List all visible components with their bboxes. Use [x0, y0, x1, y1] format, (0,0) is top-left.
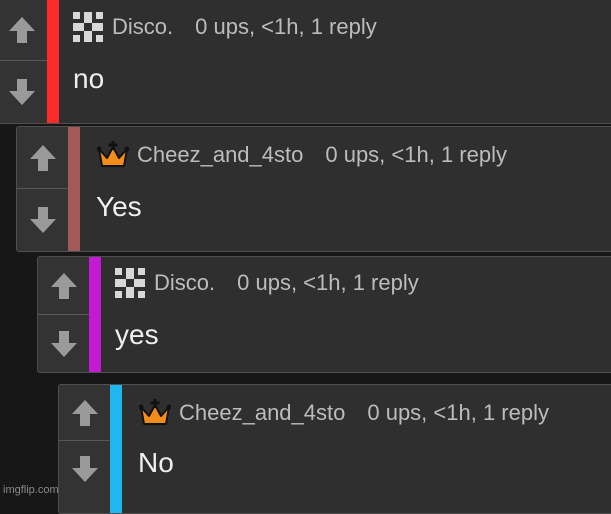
thread-depth-bar — [110, 385, 122, 513]
comment-header: Disco. 0 ups, <1h, 1 reply — [112, 265, 419, 301]
arrow-down-icon — [29, 207, 56, 233]
downvote-button[interactable] — [59, 441, 110, 497]
comment: Disco. 0 ups, <1h, 1 reply no — [0, 0, 611, 124]
vote-controls — [17, 127, 68, 251]
arrow-up-icon — [8, 16, 35, 43]
comment-meta: 0 ups, <1h, 1 reply — [325, 142, 507, 167]
comment-header: Cheez_and_4sto 0 ups, <1h, 1 reply — [95, 137, 507, 173]
crown-icon — [137, 395, 173, 431]
username-link[interactable]: Disco. — [112, 14, 173, 40]
comment: Cheez_and_4sto 0 ups, <1h, 1 reply No — [58, 384, 611, 514]
comment-text: yes — [115, 319, 159, 350]
downvote-button[interactable] — [0, 61, 47, 123]
watermark: imgflip.com — [3, 484, 59, 496]
thread-depth-bar — [47, 0, 59, 123]
comment-text: No — [138, 447, 174, 478]
vote-controls — [38, 257, 89, 372]
comment: Cheez_and_4sto 0 ups, <1h, 1 reply Yes — [16, 126, 611, 252]
upvote-button[interactable] — [17, 127, 68, 189]
comment-text: no — [73, 63, 105, 94]
arrow-up-icon — [50, 272, 77, 299]
comment-text: Yes — [96, 191, 142, 222]
disco-cross-icon — [112, 265, 148, 301]
thread-depth-bar — [68, 127, 80, 251]
crown-icon — [95, 137, 131, 173]
comment-meta: 0 ups, <1h, 1 reply — [195, 14, 377, 39]
upvote-button[interactable] — [38, 257, 89, 315]
downvote-button[interactable] — [17, 189, 68, 251]
arrow-down-icon — [8, 79, 35, 105]
username-link[interactable]: Cheez_and_4sto — [179, 400, 345, 426]
vote-controls — [0, 0, 47, 123]
arrow-up-icon — [29, 144, 56, 171]
upvote-button[interactable] — [0, 0, 47, 61]
arrow-up-icon — [71, 399, 98, 426]
vote-controls — [59, 385, 110, 513]
username-link[interactable]: Cheez_and_4sto — [137, 142, 303, 168]
comment: Disco. 0 ups, <1h, 1 reply yes — [37, 256, 611, 373]
disco-cross-icon — [70, 9, 106, 45]
comment-header: Cheez_and_4sto 0 ups, <1h, 1 reply — [137, 395, 549, 431]
thread-depth-bar — [89, 257, 101, 372]
comment-header: Disco. 0 ups, <1h, 1 reply — [70, 9, 377, 45]
arrow-down-icon — [71, 456, 98, 482]
username-link[interactable]: Disco. — [154, 270, 215, 296]
downvote-button[interactable] — [38, 315, 89, 372]
upvote-button[interactable] — [59, 385, 110, 441]
comment-meta: 0 ups, <1h, 1 reply — [237, 270, 419, 295]
arrow-down-icon — [50, 331, 77, 357]
comment-meta: 0 ups, <1h, 1 reply — [367, 400, 549, 425]
